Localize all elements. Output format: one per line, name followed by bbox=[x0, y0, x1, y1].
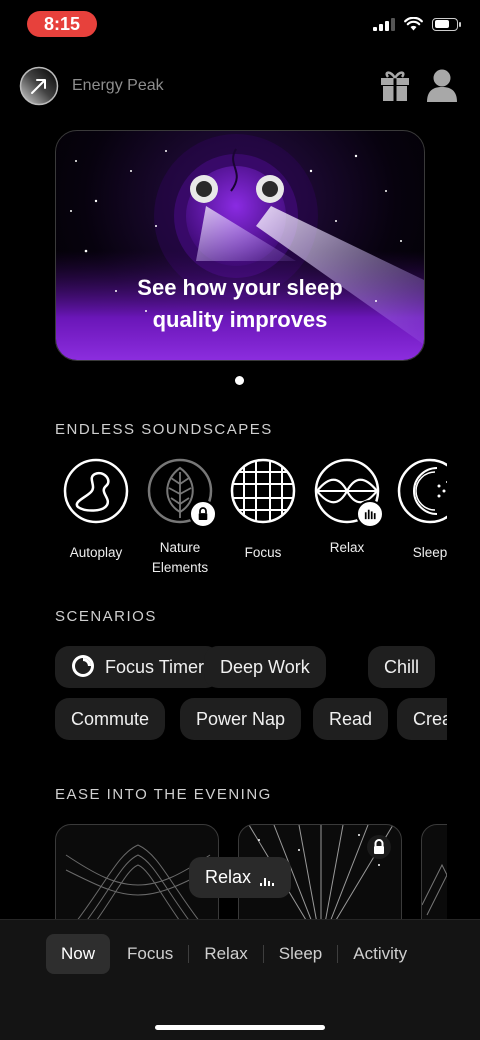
profile-icon[interactable] bbox=[426, 68, 458, 102]
soundscape-sleep[interactable]: Sleep bbox=[389, 458, 447, 563]
chip-power-nap[interactable]: Power Nap bbox=[180, 698, 302, 740]
chip-label: Power Nap bbox=[196, 709, 286, 729]
soundscape-label: Focus bbox=[244, 545, 282, 560]
wifi-icon bbox=[404, 17, 423, 31]
section-title-evening: EASE INTO THE EVENING bbox=[55, 786, 272, 803]
chip-focus-timer[interactable]: Focus Timer bbox=[55, 646, 221, 688]
header-title: Energy Peak bbox=[72, 77, 164, 94]
timer-icon bbox=[72, 655, 94, 678]
soundscape-nature[interactable]: Nature Elements bbox=[139, 458, 221, 578]
soundscape-label: Nature bbox=[159, 540, 201, 555]
evening-card-art bbox=[422, 863, 447, 916]
scenarios-row-2: Commute Power Nap Read Create bbox=[55, 698, 447, 740]
tab-relax[interactable]: Relax bbox=[189, 934, 262, 974]
soundscape-focus[interactable]: Focus bbox=[222, 458, 304, 563]
chip-label: Focus Timer bbox=[105, 657, 205, 677]
section-title-soundscapes: ENDLESS SOUNDSCAPES bbox=[55, 421, 273, 438]
autoplay-icon bbox=[63, 458, 129, 524]
gift-icon[interactable] bbox=[380, 68, 410, 102]
chip-commute[interactable]: Commute bbox=[55, 698, 166, 740]
tab-now[interactable]: Now bbox=[46, 934, 111, 974]
tab-sleep[interactable]: Sleep bbox=[264, 934, 337, 974]
chip-label: Chill bbox=[384, 657, 420, 677]
lock-icon bbox=[189, 500, 217, 528]
lock-icon bbox=[374, 846, 384, 854]
tabs: Now Focus Relax Sleep Activity bbox=[46, 934, 460, 974]
hero-line-2: quality improves bbox=[152, 307, 328, 332]
moon-icon bbox=[397, 458, 447, 524]
soundscape-label: Sleep bbox=[412, 545, 447, 560]
soundscape-autoplay[interactable]: Autoplay bbox=[55, 458, 137, 563]
tab-bar: Now Focus Relax Sleep Activity bbox=[0, 919, 480, 1040]
arrow-up-right-icon[interactable] bbox=[19, 66, 59, 106]
scenarios-row-1: Focus Timer Deep Work Chill bbox=[55, 646, 447, 688]
battery-icon bbox=[432, 17, 461, 31]
grid-sphere-icon bbox=[230, 458, 296, 524]
soundscape-relax[interactable]: Relax bbox=[306, 458, 388, 558]
hero-text: See how your sleep quality improves bbox=[56, 272, 424, 336]
soundscape-label: Autoplay bbox=[69, 545, 123, 560]
chip-create[interactable]: Create bbox=[397, 698, 447, 740]
chip-label: Create bbox=[413, 709, 447, 729]
carousel-dot[interactable] bbox=[235, 376, 244, 385]
tab-focus[interactable]: Focus bbox=[112, 934, 188, 974]
hero-card[interactable]: See how your sleep quality improves bbox=[55, 130, 425, 361]
chip-chill[interactable]: Chill bbox=[368, 646, 436, 688]
chip-read[interactable]: Read bbox=[313, 698, 389, 740]
chip-label: Read bbox=[329, 709, 373, 729]
soundscape-label-2: Elements bbox=[151, 560, 209, 575]
status-icons bbox=[373, 17, 461, 31]
signal-icon bbox=[373, 17, 395, 31]
home-indicator[interactable] bbox=[155, 1025, 325, 1030]
section-title-scenarios: SCENARIOS bbox=[55, 608, 157, 625]
now-playing-pill[interactable]: Relax bbox=[189, 857, 291, 898]
tab-activity[interactable]: Activity bbox=[338, 934, 422, 974]
header: Energy Peak bbox=[19, 66, 458, 106]
equalizer-icon bbox=[260, 876, 274, 886]
chip-deep-work[interactable]: Deep Work bbox=[204, 646, 326, 688]
chip-label: Commute bbox=[71, 709, 150, 729]
soundscapes-row: Autoplay Nature Elements Focus Relax Sle… bbox=[55, 458, 447, 588]
status-bar: 8:15 bbox=[0, 0, 480, 48]
chip-label: Deep Work bbox=[220, 657, 310, 677]
evening-card-3[interactable] bbox=[421, 824, 447, 924]
now-playing-label: Relax bbox=[205, 867, 252, 887]
status-time: 8:15 bbox=[27, 11, 97, 37]
equalizer-badge-icon bbox=[356, 500, 384, 528]
hero-line-1: See how your sleep bbox=[137, 275, 343, 300]
soundscape-label: Relax bbox=[329, 540, 365, 555]
